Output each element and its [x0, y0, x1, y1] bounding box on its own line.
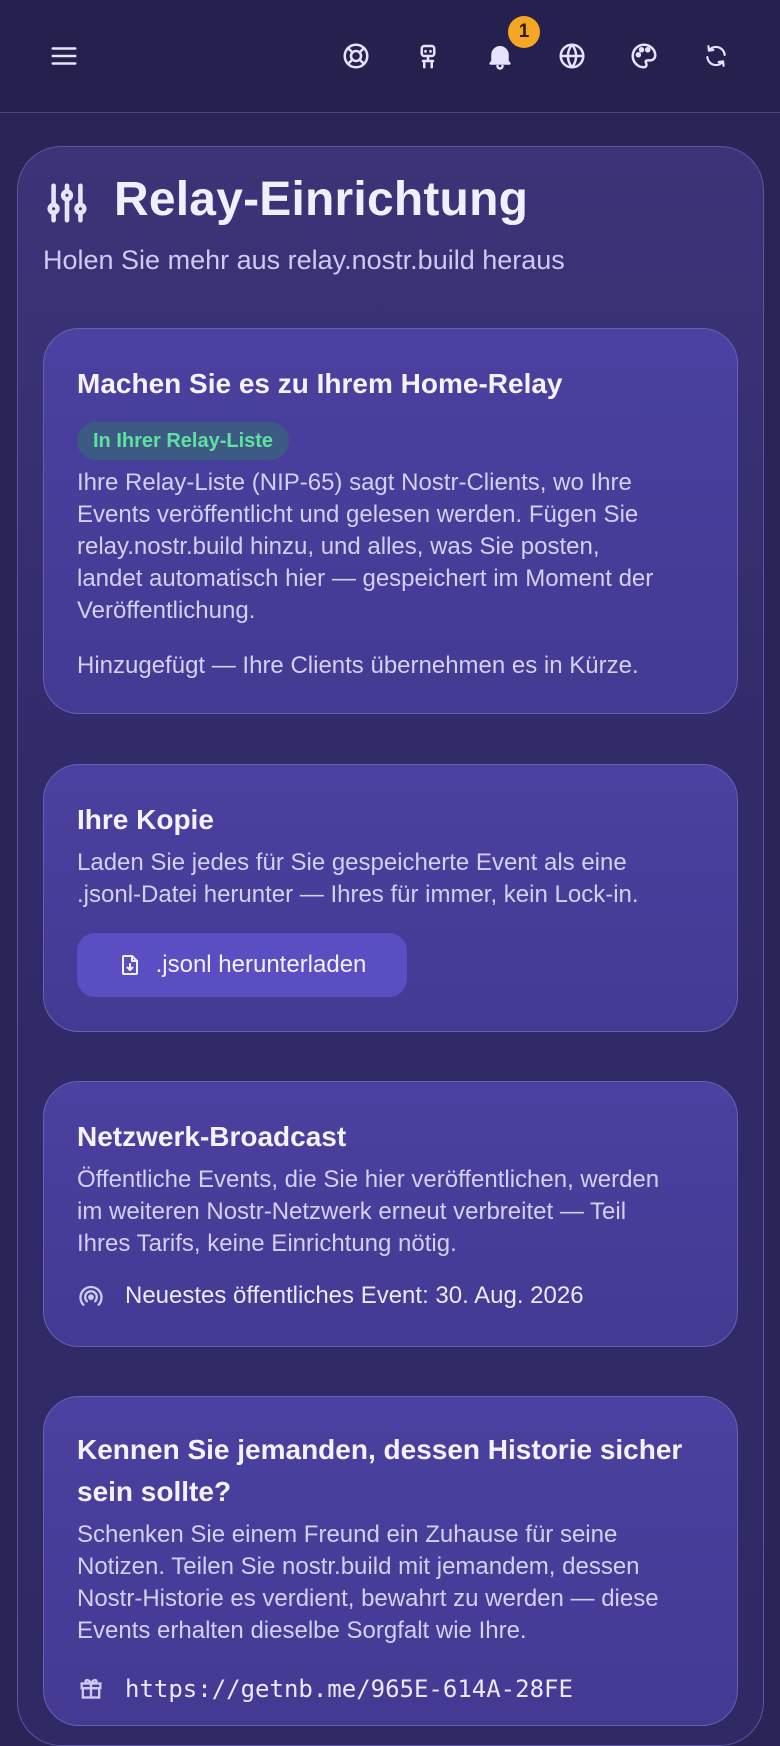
robot-button[interactable] [402, 30, 454, 82]
latest-event-status: Neuestes öffentliches Event: 30. Aug. 20… [125, 1282, 584, 1309]
menu-button[interactable] [38, 30, 90, 82]
palette-icon [631, 43, 657, 69]
broadcast-title: Netzwerk-Broadcast [77, 1121, 347, 1152]
copy-description: Laden Sie jedes für Sie gespeicherte Eve… [77, 849, 639, 908]
gift-title: Kennen Sie jemanden, dessen Historie sic… [77, 1434, 683, 1507]
theme-button[interactable] [618, 30, 670, 82]
language-button[interactable] [546, 30, 598, 82]
copy-card: Ihre Kopie Laden Sie jedes für Sie gespe… [43, 764, 738, 1032]
globe-icon [559, 43, 585, 69]
gift-icon [77, 1673, 105, 1706]
page-subtitle: Holen Sie mehr aus relay.nostr.build her… [43, 245, 565, 275]
top-bar: 1 [0, 0, 780, 113]
robot-icon [420, 44, 436, 69]
page-title: Relay-Einrichtung [114, 173, 529, 226]
copy-title: Ihre Kopie [77, 804, 214, 835]
file-download-icon [121, 955, 138, 975]
lifebuoy-icon [343, 43, 369, 69]
home-relay-description: Ihre Relay-Liste (NIP-65) sagt Nostr-Cli… [77, 469, 654, 624]
gift-description: Schenken Sie einem Freund ein Zuhause fü… [77, 1521, 659, 1644]
download-button-label: .jsonl herunterladen [155, 951, 367, 978]
sliders-icon [44, 180, 90, 226]
refresh-icon [706, 45, 726, 67]
download-jsonl-button[interactable]: .jsonl herunterladen [77, 933, 407, 997]
broadcast-icon [77, 1282, 105, 1315]
menu-icon [51, 47, 77, 65]
refresh-button[interactable] [690, 30, 742, 82]
broadcast-card: Netzwerk-Broadcast Öffentliche Events, d… [43, 1081, 738, 1347]
notification-badge: 1 [508, 16, 540, 48]
home-relay-card: Machen Sie es zu Ihrem Home-Relay In Ihr… [43, 328, 738, 714]
referral-link[interactable]: https://getnb.me/965E-614A-28FE [125, 1673, 765, 1705]
help-button[interactable] [330, 30, 382, 82]
gift-card: Kennen Sie jemanden, dessen Historie sic… [43, 1396, 738, 1726]
bell-icon [489, 46, 511, 70]
broadcast-description: Öffentliche Events, die Sie hier veröffe… [77, 1166, 660, 1257]
home-relay-title: Machen Sie es zu Ihrem Home-Relay [77, 368, 563, 399]
home-relay-status: Hinzugefügt — Ihre Clients übernehmen es… [77, 652, 639, 679]
relay-list-status-badge: In Ihrer Relay-Liste [77, 422, 290, 460]
